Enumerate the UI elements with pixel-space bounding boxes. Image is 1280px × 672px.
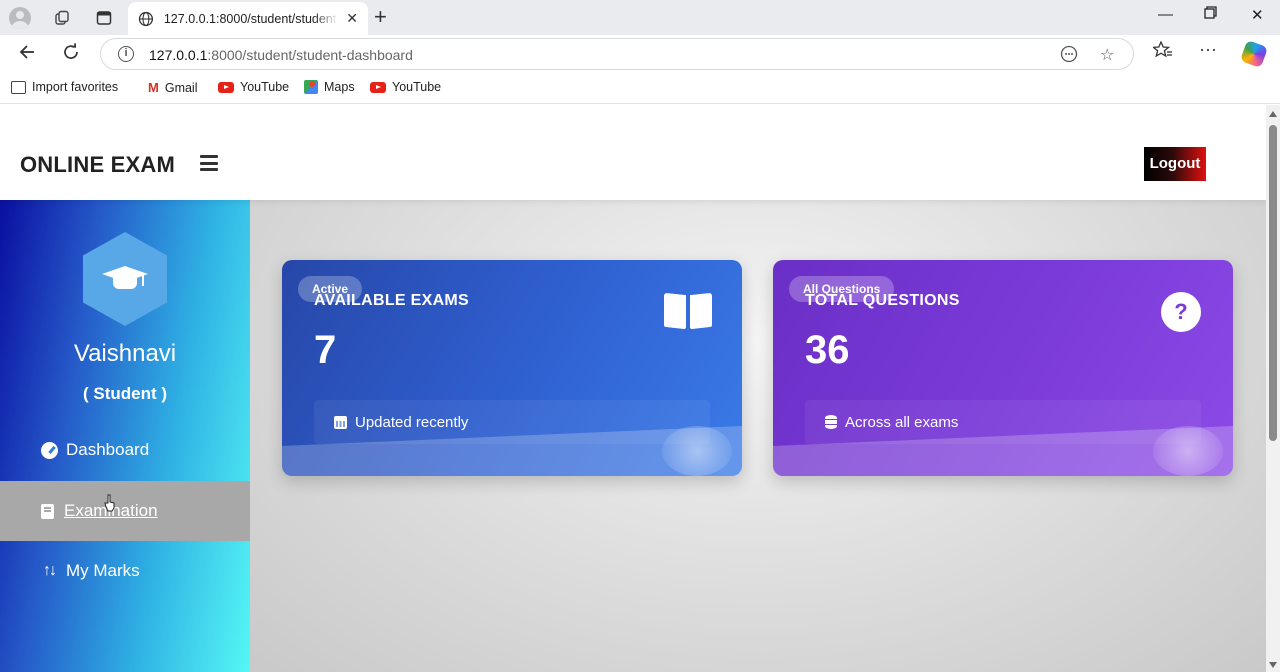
sidebar-item-label: My Marks bbox=[66, 561, 140, 580]
scroll-down-icon[interactable] bbox=[1269, 662, 1277, 668]
card-footer-text: Across all exams bbox=[845, 413, 959, 431]
copilot-icon[interactable] bbox=[1239, 39, 1269, 69]
more-menu-icon[interactable]: ··· bbox=[1199, 39, 1217, 60]
total-questions-card[interactable]: All Questions TOTAL QUESTIONS 36 ? Acros… bbox=[773, 260, 1233, 476]
favorites-bar: Import favorites M Gmail YouTube Maps Yo… bbox=[0, 73, 1280, 104]
page-viewport: ONLINE EXAM Logout Vaishnavi ( Student )… bbox=[0, 105, 1266, 672]
graduation-cap-icon bbox=[102, 264, 148, 294]
sidebar-item-label: Dashboard bbox=[66, 440, 150, 459]
question-circle-icon: ? bbox=[1161, 292, 1201, 332]
card-value: 7 bbox=[314, 328, 337, 372]
fav-import-favorites[interactable]: Import favorites bbox=[11, 80, 118, 94]
available-exams-card[interactable]: Active AVAILABLE EXAMS 7 Updated recentl… bbox=[282, 260, 742, 476]
card-footer-text: Updated recently bbox=[355, 413, 469, 431]
fav-gmail[interactable]: M Gmail bbox=[148, 80, 198, 95]
logout-button[interactable]: Logout bbox=[1144, 147, 1206, 181]
browser-tab-bar: 127.0.0.1:8000/student/student-dashboard… bbox=[0, 0, 1280, 35]
workspaces-icon[interactable] bbox=[50, 6, 74, 30]
minimize-icon[interactable]: — bbox=[1158, 6, 1173, 23]
open-book-icon bbox=[664, 292, 712, 330]
url-bar[interactable]: i 127.0.0.1:8000/student/student-dashboa… bbox=[100, 38, 1134, 70]
browser-tab-active[interactable]: 127.0.0.1:8000/student/student-dashboard… bbox=[128, 2, 368, 35]
sidebar-item-dashboard[interactable]: Dashboard bbox=[0, 420, 250, 480]
restore-icon[interactable] bbox=[1204, 6, 1217, 23]
card-title: AVAILABLE EXAMS bbox=[314, 292, 470, 309]
card-footer: Updated recently bbox=[314, 400, 710, 444]
sidebar-item-examination[interactable]: Examination bbox=[0, 481, 250, 541]
user-role: ( Student ) bbox=[82, 384, 168, 403]
tab-title: 127.0.0.1:8000/student/student-dashboard bbox=[164, 11, 339, 26]
mouse-cursor-icon bbox=[104, 494, 115, 512]
card-value: 36 bbox=[805, 328, 850, 372]
back-icon[interactable] bbox=[18, 43, 36, 67]
maps-icon bbox=[304, 80, 318, 94]
immersive-reader-icon[interactable] bbox=[1060, 45, 1078, 68]
close-window-icon[interactable]: ✕ bbox=[1251, 6, 1264, 24]
brand-title: ONLINE EXAM bbox=[20, 152, 175, 177]
youtube-icon bbox=[218, 81, 234, 93]
import-icon bbox=[11, 80, 26, 94]
sidebar-item-my-marks[interactable]: ↑↓ My Marks bbox=[0, 541, 250, 601]
dashboard-gauge-icon bbox=[40, 441, 58, 459]
close-tab-icon[interactable]: ✕ bbox=[346, 10, 358, 27]
scroll-up-icon[interactable] bbox=[1269, 111, 1277, 117]
card-title: TOTAL QUESTIONS bbox=[805, 292, 960, 309]
new-tab-icon[interactable]: + bbox=[374, 5, 387, 29]
database-icon bbox=[825, 415, 837, 429]
gmail-icon: M bbox=[148, 80, 159, 95]
sidebar: Vaishnavi ( Student ) Dashboard Examinat… bbox=[0, 200, 250, 672]
address-bar-row: i 127.0.0.1:8000/student/student-dashboa… bbox=[0, 35, 1280, 73]
scrollbar-thumb[interactable] bbox=[1269, 125, 1277, 441]
site-info-icon[interactable]: i bbox=[118, 46, 134, 62]
book-icon bbox=[40, 503, 54, 519]
url-text: 127.0.0.1:8000/student/student-dashboard bbox=[149, 47, 413, 63]
sort-numeric-icon: ↑↓ bbox=[43, 562, 57, 579]
page-scrollbar[interactable] bbox=[1266, 105, 1280, 672]
dashboard-main: Active AVAILABLE EXAMS 7 Updated recentl… bbox=[250, 200, 1266, 672]
top-navbar: ONLINE EXAM Logout bbox=[0, 105, 1266, 200]
tab-actions-icon[interactable] bbox=[92, 6, 116, 30]
fav-youtube[interactable]: YouTube bbox=[218, 80, 289, 94]
hamburger-menu-icon[interactable] bbox=[200, 155, 218, 171]
user-name: Vaishnavi bbox=[73, 340, 177, 367]
calendar-icon bbox=[334, 415, 347, 429]
favorite-star-icon[interactable]: ☆ bbox=[1100, 45, 1114, 65]
favorites-list-icon[interactable] bbox=[1151, 40, 1173, 64]
fav-youtube-2[interactable]: YouTube bbox=[370, 80, 441, 94]
avatar bbox=[83, 232, 167, 326]
card-footer: Across all exams bbox=[805, 400, 1201, 444]
profile-icon[interactable] bbox=[8, 6, 32, 30]
fav-maps[interactable]: Maps bbox=[304, 80, 355, 94]
youtube-icon bbox=[370, 81, 386, 93]
globe-icon bbox=[138, 11, 154, 26]
refresh-icon[interactable] bbox=[62, 43, 80, 67]
